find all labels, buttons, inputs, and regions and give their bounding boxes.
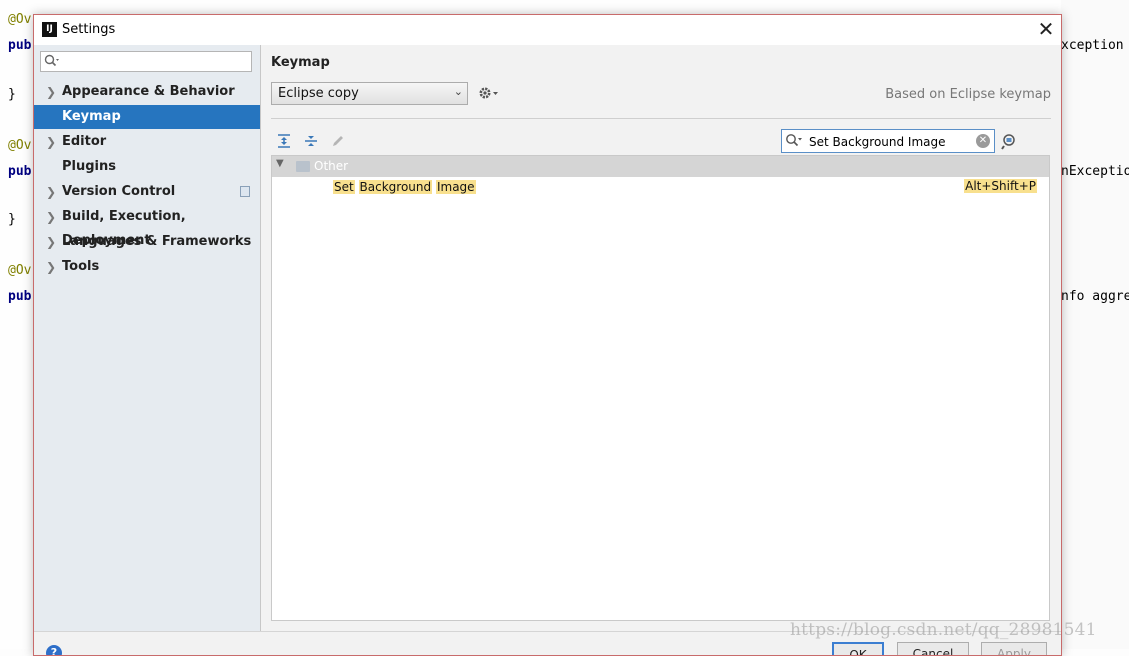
sidebar-search[interactable] [40, 51, 252, 72]
keymap-action-tree: ▼ Other Set Background Image Alt+Shift+P [271, 155, 1050, 621]
ok-button[interactable]: OK [832, 642, 884, 655]
code-line-left: @Ov [8, 263, 32, 278]
intellij-app-icon: IJ [42, 22, 57, 37]
divider [271, 118, 1051, 119]
find-by-shortcut-icon[interactable] [1001, 133, 1019, 151]
tree-group-row[interactable]: ▼ Other [272, 156, 1049, 177]
project-scope-icon [240, 186, 250, 197]
sidebar-item-appearance-behavior[interactable]: ❯ Appearance & Behavior [34, 80, 260, 104]
sidebar-item-build-execution-deployment[interactable]: ❯ Build, Execution, Deployment [34, 205, 260, 248]
dialog-title: Settings [62, 22, 116, 37]
code-line-right: nExceptio [1061, 164, 1129, 179]
chevron-right-icon: ❯ [46, 85, 57, 99]
sidebar-item-label: Appearance & Behavior [62, 84, 235, 99]
code-line-left: @Ov [8, 12, 32, 27]
gear-icon[interactable] [478, 85, 500, 101]
keymap-search-field[interactable]: ✕ [781, 129, 995, 153]
collapse-all-icon[interactable] [303, 133, 319, 149]
help-icon[interactable]: ? [46, 645, 62, 655]
settings-dialog: IJ Settings ✕ ❯ Appearance & Behavior Ke… [33, 14, 1062, 656]
apply-button[interactable]: Apply [981, 642, 1047, 655]
chevron-down-icon: ▼ [276, 158, 284, 169]
sidebar-item-version-control[interactable]: ❯ Version Control [34, 180, 260, 204]
title-bar: IJ Settings ✕ [34, 15, 1061, 45]
chevron-right-icon: ❯ [46, 185, 57, 199]
sidebar-item-languages-frameworks[interactable]: ❯ Languages & Frameworks [34, 230, 260, 254]
keymap-panel: Keymap Eclipse copy ⌄ Based on Eclipse k… [261, 45, 1061, 631]
chevron-down-icon: ⌄ [453, 85, 463, 98]
based-on-label: Based on Eclipse keymap [885, 87, 1051, 102]
close-button[interactable]: ✕ [1031, 15, 1061, 45]
sidebar-item-label: Version Control [62, 184, 176, 199]
code-line-left: pub [8, 38, 32, 53]
sidebar-item-plugins[interactable]: Plugins [34, 155, 260, 179]
search-icon [44, 54, 59, 67]
sidebar-item-label: Languages & Frameworks [62, 234, 252, 249]
sidebar-item-label: Keymap [62, 109, 121, 124]
sidebar-item-label: Plugins [62, 159, 116, 174]
shortcut-badge: Alt+Shift+P [964, 179, 1037, 193]
folder-icon [296, 161, 310, 172]
chevron-right-icon: ❯ [46, 260, 57, 274]
action-name: Set Background Image [333, 180, 476, 194]
sidebar-item-label: Editor [62, 134, 107, 149]
tree-group-label: Other [314, 159, 349, 173]
edit-pencil-icon[interactable] [330, 133, 346, 149]
watermark: https://blog.csdn.net/qq_28981541 [790, 620, 1097, 640]
keymap-search-input[interactable] [807, 132, 976, 152]
code-line-left: } [8, 212, 16, 227]
match-highlight: Set [333, 180, 355, 194]
cancel-button[interactable]: Cancel [897, 642, 969, 655]
code-line-left: pub [8, 164, 32, 179]
chevron-right-icon: ❯ [46, 235, 57, 249]
sidebar-item-label: Tools [62, 259, 100, 274]
match-highlight: Background [358, 180, 433, 194]
settings-sidebar: ❯ Appearance & Behavior Keymap ❯ Editor … [34, 45, 261, 631]
keymap-dropdown-value: Eclipse copy [278, 86, 359, 101]
code-line-right: xception [1061, 38, 1124, 53]
sidebar-search-input[interactable] [63, 53, 252, 72]
tree-action-row[interactable]: Set Background Image Alt+Shift+P [272, 178, 1049, 198]
match-highlight: Image [435, 180, 476, 194]
clear-search-icon[interactable]: ✕ [976, 134, 990, 148]
search-icon [786, 134, 802, 147]
code-line-right: nfo aggreg [1061, 289, 1129, 304]
sidebar-item-keymap[interactable]: Keymap [34, 105, 260, 129]
keymap-dropdown[interactable]: Eclipse copy ⌄ [271, 82, 468, 105]
sidebar-item-editor[interactable]: ❯ Editor [34, 130, 260, 154]
chevron-right-icon: ❯ [46, 210, 57, 224]
code-line-left: } [8, 87, 16, 102]
editor-right-pane: xception nExceptio nfo aggreg [1061, 0, 1129, 649]
sidebar-item-tools[interactable]: ❯ Tools [34, 255, 260, 279]
expand-all-icon[interactable] [276, 133, 292, 149]
code-line-left: pub [8, 289, 32, 304]
page-title: Keymap [271, 55, 330, 70]
chevron-right-icon: ❯ [46, 135, 57, 149]
code-line-left: @Ov [8, 138, 32, 153]
